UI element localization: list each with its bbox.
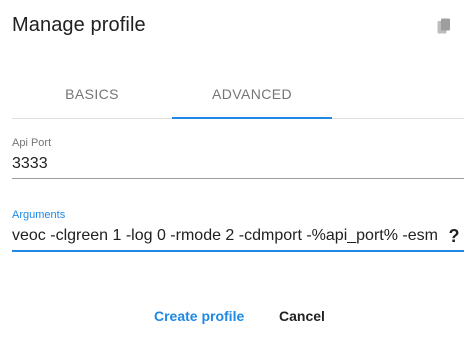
cancel-button[interactable]: Cancel — [275, 302, 329, 330]
copy-icon — [437, 18, 451, 39]
api-port-label: Api Port — [12, 137, 52, 149]
api-port-field: Api Port — [12, 136, 464, 179]
arguments-field: Arguments ? — [12, 208, 464, 252]
api-port-input[interactable] — [12, 150, 464, 178]
tab-advanced[interactable]: ADVANCED — [172, 70, 332, 119]
copy-button[interactable] — [434, 18, 454, 38]
arguments-underline — [12, 250, 464, 252]
dialog-title: Manage profile — [12, 14, 146, 36]
api-port-underline — [12, 178, 464, 179]
manage-profile-dialog: Manage profile BASICS ADVANCED Api Port … — [0, 0, 476, 338]
help-icon[interactable]: ? — [444, 222, 464, 250]
dialog-actions: Create profile Cancel — [0, 302, 476, 330]
tab-basics[interactable]: BASICS — [12, 70, 172, 118]
create-profile-button[interactable]: Create profile — [150, 302, 248, 330]
tab-bar: BASICS ADVANCED — [12, 70, 464, 119]
arguments-label: Arguments — [12, 209, 66, 221]
arguments-input[interactable] — [12, 222, 442, 250]
